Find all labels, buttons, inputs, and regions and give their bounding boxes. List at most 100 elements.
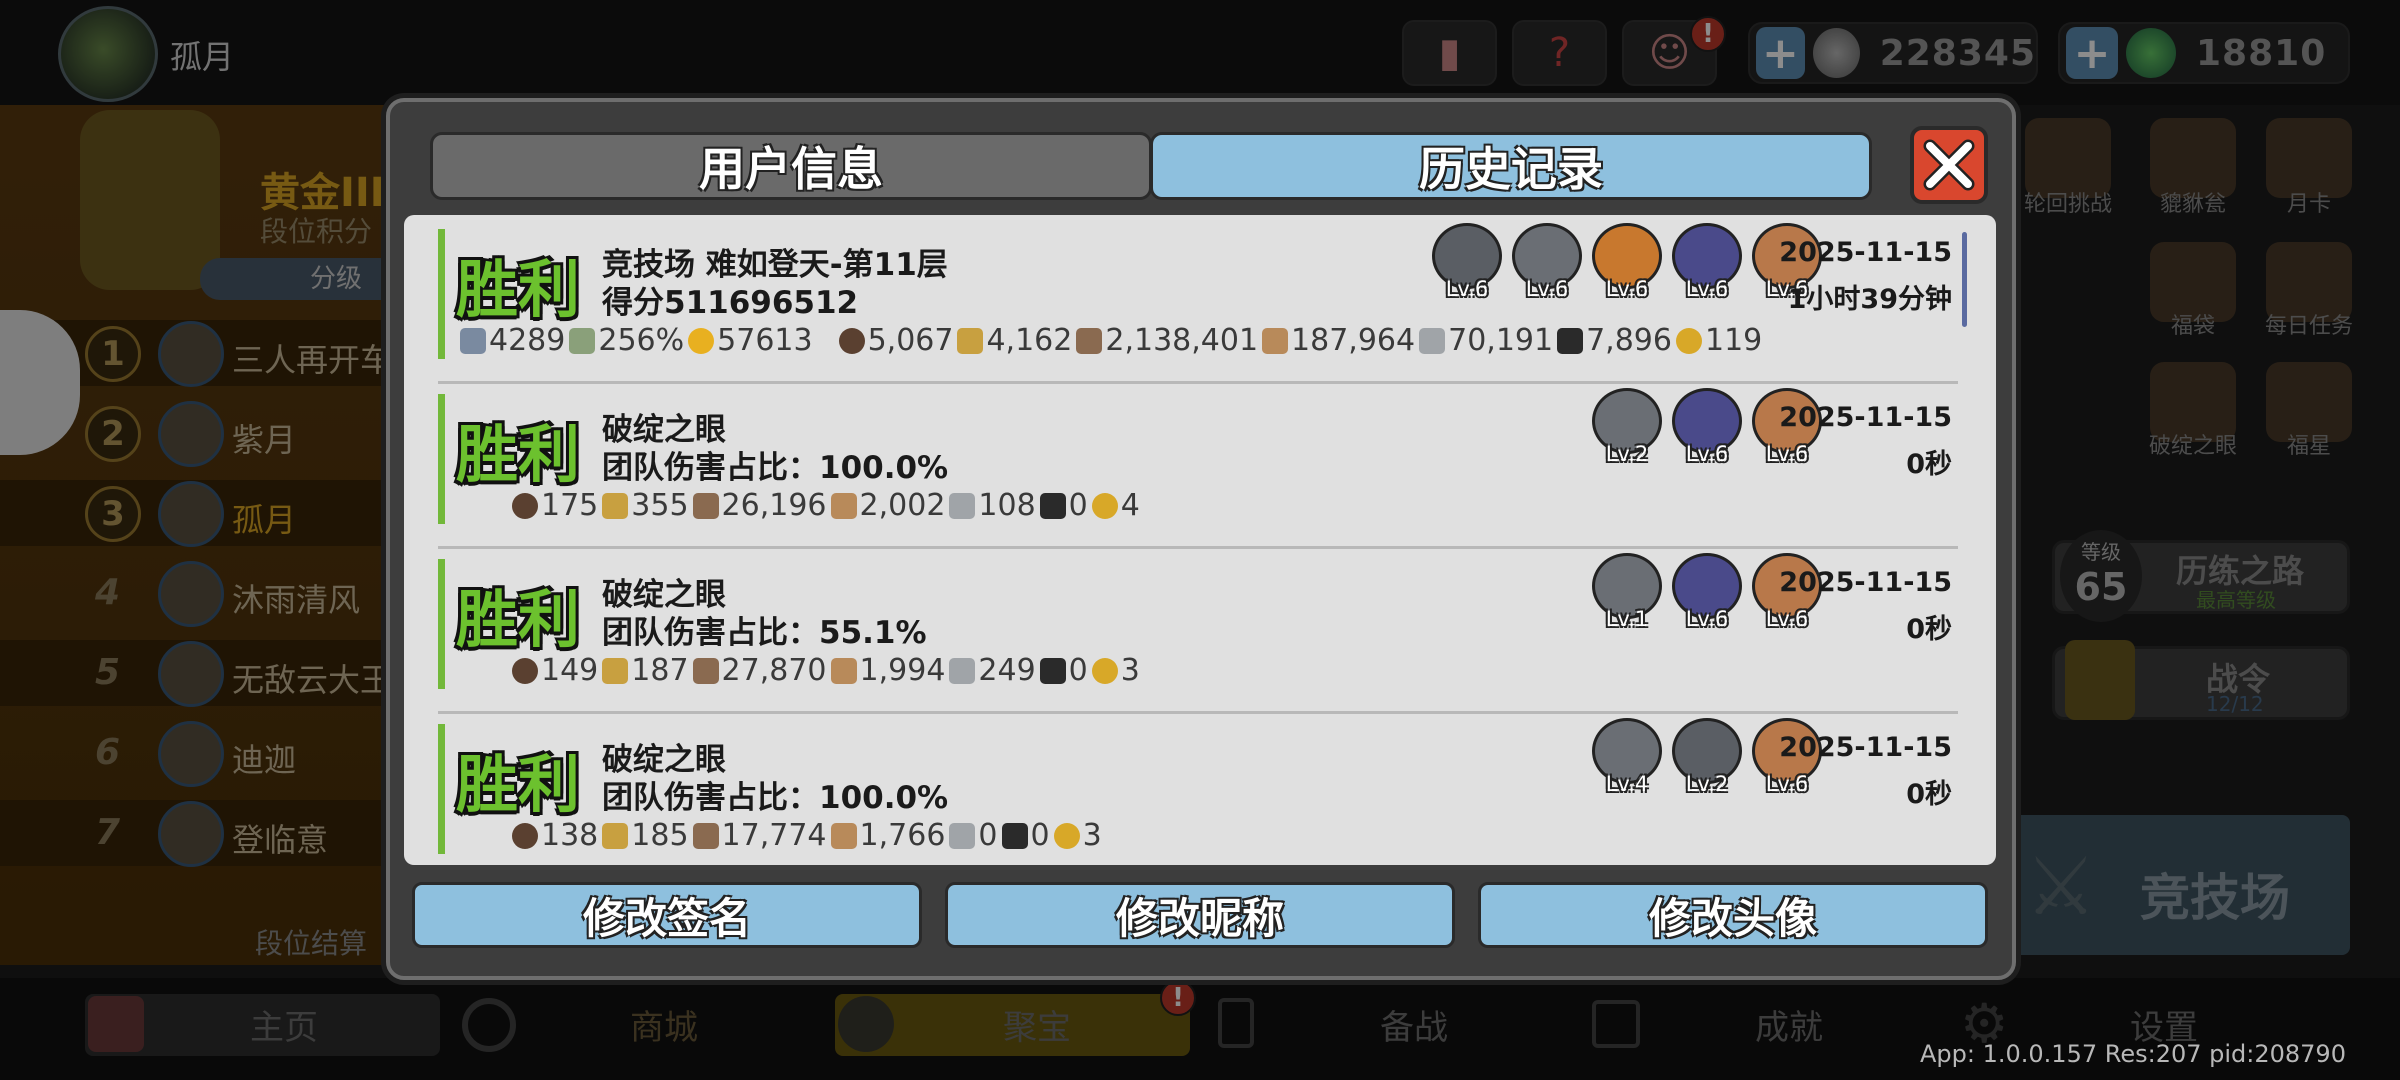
stat-value: 185 — [631, 818, 689, 853]
list-item[interactable]: 胜利 竞技场 难如登天-第11层 得分511696512 Lv.6 Lv.6 L… — [404, 215, 1972, 375]
stat-value: 0 — [978, 818, 998, 853]
stat-value: 5,067 — [867, 323, 954, 358]
chain-icon — [1675, 327, 1702, 354]
result-label: 胜利 — [456, 583, 581, 656]
hero-avatar[interactable]: Lv.4 — [1590, 718, 1664, 796]
stat-value: 187,964 — [1291, 323, 1416, 358]
wheat-icon — [602, 657, 629, 684]
stat-value: 249 — [978, 653, 1036, 688]
hero-avatar[interactable]: Lv.2 — [1590, 388, 1664, 466]
record-date: 2025-11-15 — [1779, 237, 1952, 268]
stat-value: 3 — [1120, 653, 1140, 688]
list-item[interactable]: 胜利 破绽之眼 团队伤害占比：55.1% Lv.1 Lv.6 Lv.6 2025… — [404, 545, 1972, 705]
brush-icon — [692, 492, 719, 519]
result-label: 胜利 — [456, 748, 581, 821]
stat-value: 2,138,401 — [1105, 323, 1259, 358]
coal-icon — [1039, 657, 1066, 684]
stat-value: 7,896 — [1586, 323, 1672, 358]
stat-value: 0 — [1068, 488, 1088, 523]
stat-value: 4 — [1120, 488, 1140, 523]
hero-level: Lv.1 — [1605, 607, 1649, 631]
wood-icon — [1262, 327, 1289, 354]
record-accent — [438, 559, 445, 689]
chain-icon — [1091, 492, 1118, 519]
wood-icon — [830, 822, 857, 849]
hero-level: Lv.2 — [1685, 772, 1729, 796]
record-subtitle: 团队伤害占比：100.0% — [602, 780, 949, 816]
stat-value: 0 — [1068, 653, 1088, 688]
version-info: App: 1.0.0.157 Res:207 pid:208790 — [1920, 1040, 2346, 1068]
hero-level: Lv.6 — [1685, 277, 1729, 301]
record-subtitle: 团队伤害占比：100.0% — [602, 450, 949, 486]
hero-level: Lv.6 — [1605, 277, 1649, 301]
close-button[interactable] — [1910, 126, 1988, 204]
record-stats: 138 185 17,774 1,766 0 0 3 — [512, 818, 1106, 853]
hero-avatar[interactable]: Lv.6 — [1590, 223, 1664, 301]
result-label: 胜利 — [456, 418, 581, 491]
record-accent — [438, 724, 445, 854]
hero-level: Lv.6 — [1525, 277, 1569, 301]
villager-icon — [512, 492, 538, 519]
list-item[interactable]: 胜利 破绽之眼 团队伤害占比：100.0% Lv.4 Lv.2 Lv.6 202… — [404, 710, 1972, 865]
list-item[interactable]: 胜利 破绽之眼 团队伤害占比：100.0% Lv.2 Lv.6 Lv.6 202… — [404, 380, 1972, 540]
stone-icon — [949, 657, 976, 684]
hero-lineup: Lv.6 Lv.6 Lv.6 Lv.6 Lv.6 — [1424, 223, 1824, 301]
stat-value: 57613 — [717, 323, 813, 358]
stat-value: 17,774 — [721, 818, 827, 853]
hero-level: Lv.6 — [1765, 442, 1809, 466]
tab-history[interactable]: 历史记录 — [1150, 132, 1872, 200]
record-date: 2025-11-15 — [1779, 732, 1952, 763]
coal-icon — [1039, 492, 1066, 519]
edit-avatar-button[interactable]: 修改头像 — [1478, 882, 1988, 948]
stat-value: 175 — [541, 488, 599, 523]
hero-avatar[interactable]: Lv.6 — [1430, 223, 1504, 301]
hero-avatar[interactable]: Lv.6 — [1670, 553, 1744, 631]
stat-value: 256% — [598, 323, 685, 358]
stat-value: 4289 — [489, 323, 566, 358]
hero-level: Lv.2 — [1605, 442, 1649, 466]
hero-avatar[interactable]: Lv.6 — [1670, 223, 1744, 301]
stone-icon — [1419, 327, 1446, 354]
record-subtitle: 团队伤害占比：55.1% — [602, 615, 927, 651]
chain-icon — [1053, 822, 1080, 849]
villager-icon — [838, 327, 865, 354]
stat-value: 27,870 — [721, 653, 827, 688]
hero-level: Lv.6 — [1685, 442, 1729, 466]
wheat-icon — [602, 492, 629, 519]
wheat-icon — [602, 822, 629, 849]
chain-icon — [1091, 657, 1118, 684]
hero-avatar[interactable]: Lv.2 — [1670, 718, 1744, 796]
stone-icon — [949, 822, 976, 849]
wheat-icon — [957, 327, 984, 354]
hero-avatar[interactable]: Lv.6 — [1670, 388, 1744, 466]
stat-value: 70,191 — [1448, 323, 1554, 358]
coal-icon — [1557, 327, 1584, 354]
record-date: 2025-11-15 — [1779, 402, 1952, 433]
record-accent — [438, 394, 445, 524]
record-duration: 0秒 — [1906, 779, 1952, 810]
stat-value: 2,002 — [859, 488, 946, 523]
edit-nickname-button[interactable]: 修改昵称 — [945, 882, 1455, 948]
edit-signature-button[interactable]: 修改签名 — [412, 882, 922, 948]
result-label: 胜利 — [456, 253, 581, 326]
chest-icon — [460, 327, 486, 354]
hero-avatar[interactable]: Lv.1 — [1590, 553, 1664, 631]
star-icon — [688, 327, 715, 354]
coal-icon — [1001, 822, 1028, 849]
record-accent — [438, 229, 445, 359]
record-stats: 175 355 26,196 2,002 108 0 4 — [512, 488, 1144, 523]
stat-value: 0 — [1030, 818, 1050, 853]
villager-icon — [512, 657, 538, 684]
history-list[interactable]: 胜利 竞技场 难如登天-第11层 得分511696512 Lv.6 Lv.6 L… — [404, 215, 1996, 865]
wood-icon — [830, 657, 857, 684]
stat-value: 3 — [1082, 818, 1102, 853]
hero-level: Lv.6 — [1685, 607, 1729, 631]
stat-value: 187 — [631, 653, 689, 688]
scrollbar[interactable] — [1962, 232, 1967, 327]
hero-level: Lv.6 — [1445, 277, 1489, 301]
brush-icon — [692, 822, 719, 849]
hero-avatar[interactable]: Lv.6 — [1510, 223, 1584, 301]
hero-level: Lv.6 — [1765, 772, 1809, 796]
tab-user-info[interactable]: 用户信息 — [430, 132, 1152, 200]
stat-value: 149 — [541, 653, 599, 688]
